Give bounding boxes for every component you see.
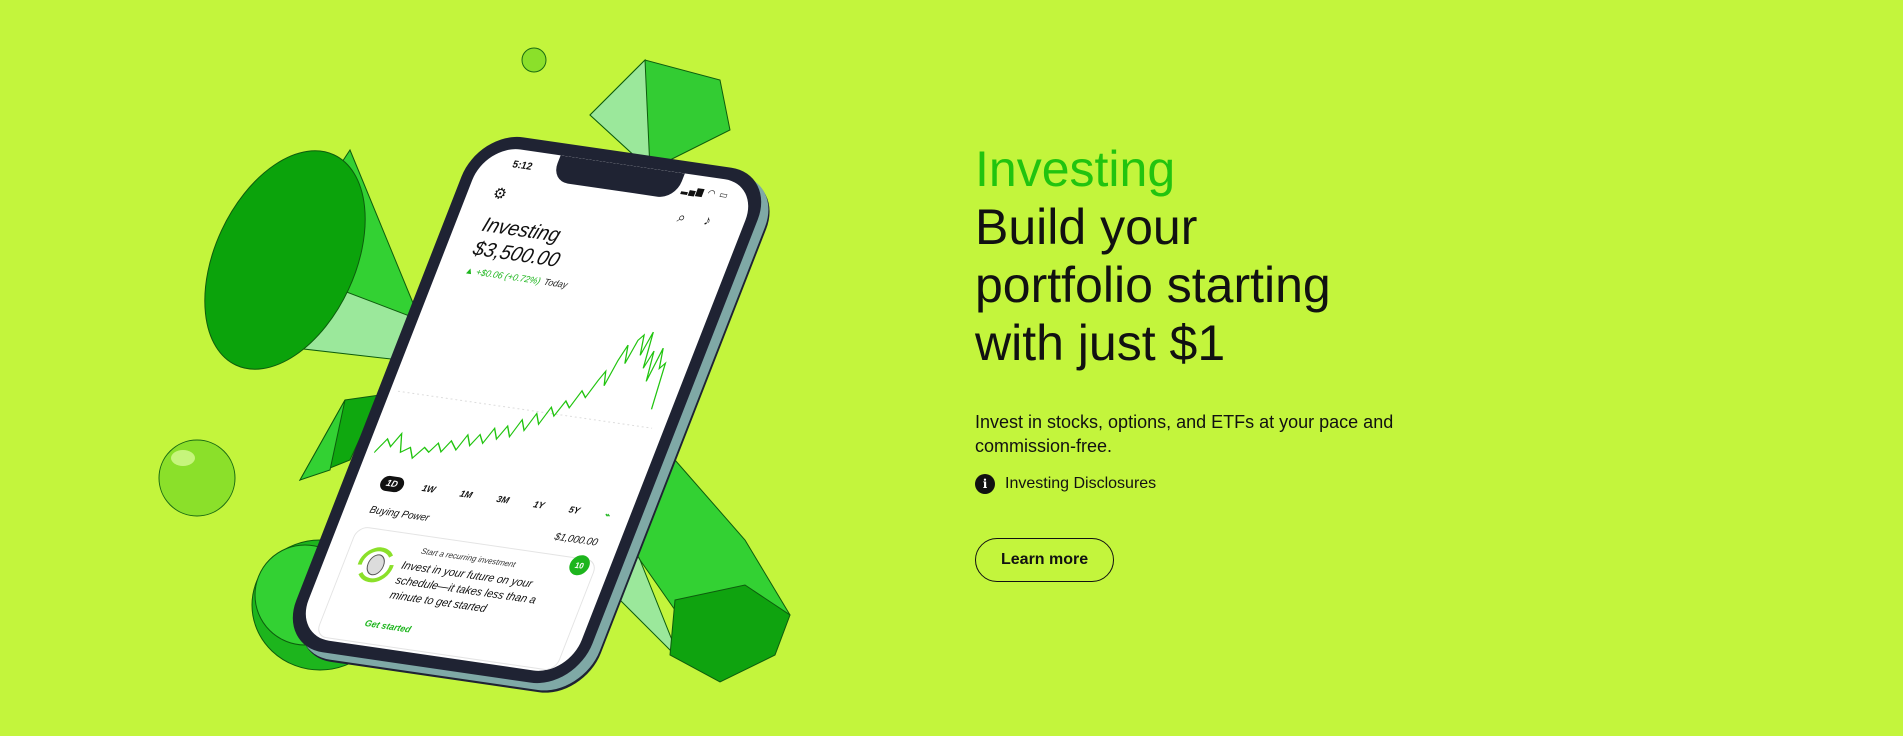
buying-power-value: $1,000.00 xyxy=(552,531,600,549)
status-time: 5:12 xyxy=(510,159,534,173)
change-period: Today xyxy=(542,276,570,291)
headline-line: with just $1 xyxy=(975,315,1226,371)
range-1w[interactable]: 1W xyxy=(414,480,444,498)
range-1d[interactable]: 1D xyxy=(377,474,407,494)
search-icon: ⌕ xyxy=(675,208,689,226)
gear-icon: ⚙ xyxy=(490,184,510,204)
range-3m[interactable]: 3M xyxy=(488,491,517,509)
card-body: Invest in your future on your schedule—i… xyxy=(387,559,538,616)
baseline xyxy=(397,390,653,429)
price-line xyxy=(373,331,667,460)
headline-line: Build your xyxy=(975,199,1198,255)
headline-line: portfolio starting xyxy=(975,257,1331,313)
hero-content: Investing Build your portfolio starting … xyxy=(975,140,1435,582)
get-started-link[interactable]: Get started xyxy=(363,618,412,635)
info-icon: i xyxy=(975,474,995,494)
hero-illustration: 5:12 ▂▄▆ ◠ ▭ ⚙ ⌕ ♪ Investing $3,500.00 ▲… xyxy=(0,0,900,736)
learn-more-button[interactable]: Learn more xyxy=(975,538,1115,582)
range-5y[interactable]: 5Y xyxy=(560,502,588,520)
bell-icon: ♪ xyxy=(701,212,714,229)
range-1m[interactable]: 1M xyxy=(451,486,480,504)
investing-disclosures-link[interactable]: i Investing Disclosures xyxy=(975,474,1435,494)
disclosures-label: Investing Disclosures xyxy=(1005,475,1157,492)
range-1y[interactable]: 1Y xyxy=(525,496,553,514)
hero-headline: Build your portfolio starting with just … xyxy=(975,198,1435,372)
signal-wifi-battery-icon: ▂▄▆ ◠ ▭ xyxy=(680,183,731,201)
section-eyebrow: Investing xyxy=(975,141,1176,197)
buying-power-label: Buying Power xyxy=(367,504,431,525)
hero-description: Invest in stocks, options, and ETFs at y… xyxy=(975,412,1394,456)
card-badge: 10 xyxy=(566,553,594,577)
live-chart-icon[interactable]: ⌁ xyxy=(596,507,618,524)
